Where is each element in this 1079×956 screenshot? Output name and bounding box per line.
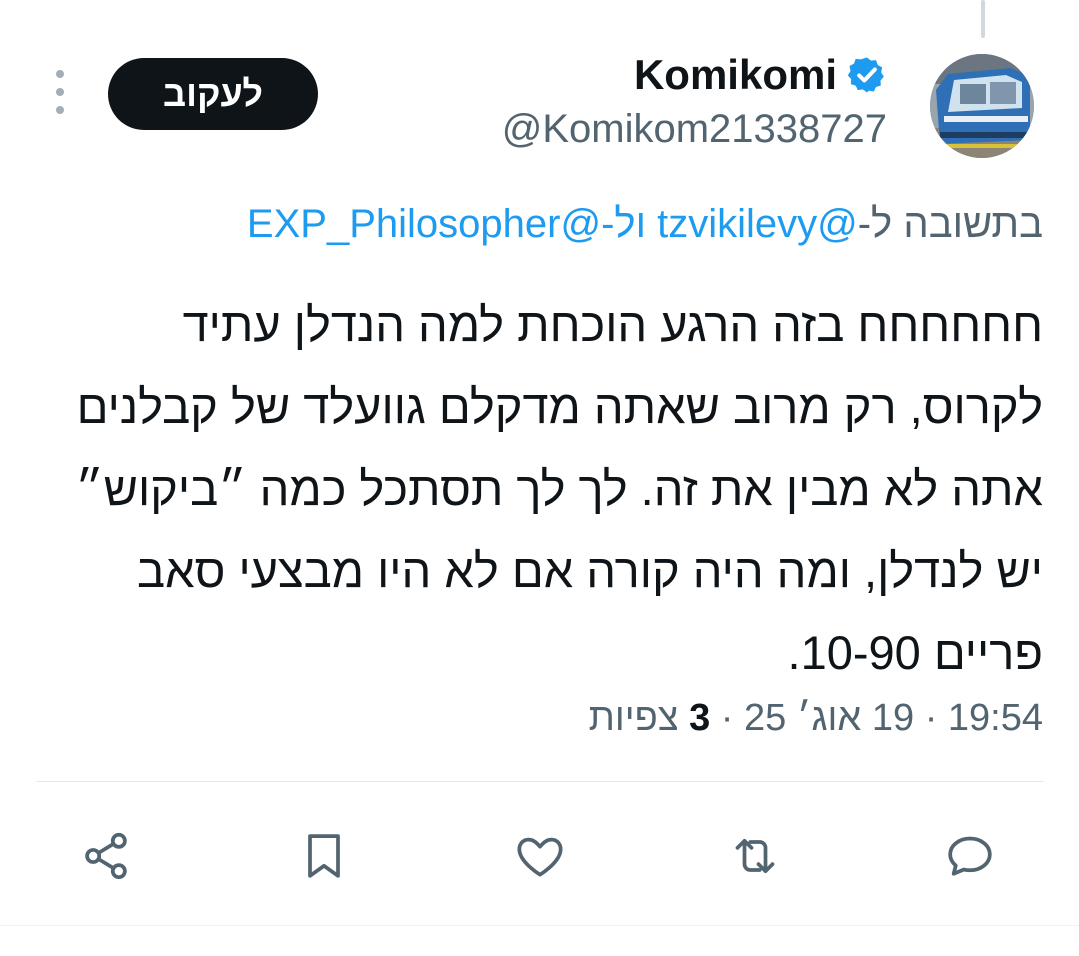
tweet-time[interactable]: 19:54: [948, 697, 1043, 739]
retweet-icon: [735, 838, 775, 874]
comment-icon: [948, 836, 992, 876]
tweet-detail: Komikomi @Komikom21338727 לעקוב בתשובה ל…: [0, 0, 1079, 956]
reply-joiner: ול-: [601, 202, 658, 246]
author-handle[interactable]: @Komikom21338727: [502, 104, 887, 154]
share-icon: [85, 832, 127, 880]
heart-icon: [517, 837, 563, 877]
display-name[interactable]: Komikomi: [634, 50, 837, 100]
tweet-text: חחחחחח בזה הרגע הוכחת למה הנדלן עתיד לקר…: [75, 298, 1043, 679]
tweet-date[interactable]: 19 אוג׳ 25: [744, 697, 914, 739]
reply-context: בתשובה ל-@tzvikilevy ול-@EXP_Philosopher: [53, 196, 1043, 252]
avatar[interactable]: [930, 54, 1034, 158]
share-button[interactable]: [76, 826, 136, 886]
bottom-divider: [0, 925, 1079, 926]
verified-badge-icon: [847, 57, 884, 93]
meta-separator: ·: [924, 697, 938, 739]
mention-link[interactable]: @tzvikilevy: [657, 202, 858, 246]
more-options-icon[interactable]: [48, 70, 72, 114]
divider: [36, 781, 1044, 782]
tweet-metadata: 19:54 · 19 אוג׳ 25 · 3 צפיות: [48, 692, 1043, 744]
retweet-button[interactable]: [725, 826, 785, 886]
bookmark-icon: [308, 834, 340, 878]
mention-link[interactable]: @EXP_Philosopher: [247, 202, 601, 246]
view-label: צפיות: [588, 697, 679, 739]
follow-button[interactable]: לעקוב: [108, 58, 318, 130]
avatar-tram-image: [930, 54, 1034, 158]
more-dot: [56, 88, 64, 96]
thread-connector-line: [981, 0, 985, 38]
meta-separator: ·: [720, 697, 734, 739]
bookmark-button[interactable]: [294, 826, 354, 886]
more-dot: [56, 106, 64, 114]
reply-prefix: בתשובה ל-: [857, 202, 1043, 246]
reply-button[interactable]: [940, 826, 1000, 886]
like-button[interactable]: [510, 826, 570, 886]
view-count: 3: [689, 697, 711, 739]
author-name-row[interactable]: Komikomi: [634, 50, 887, 100]
more-dot: [56, 70, 64, 78]
